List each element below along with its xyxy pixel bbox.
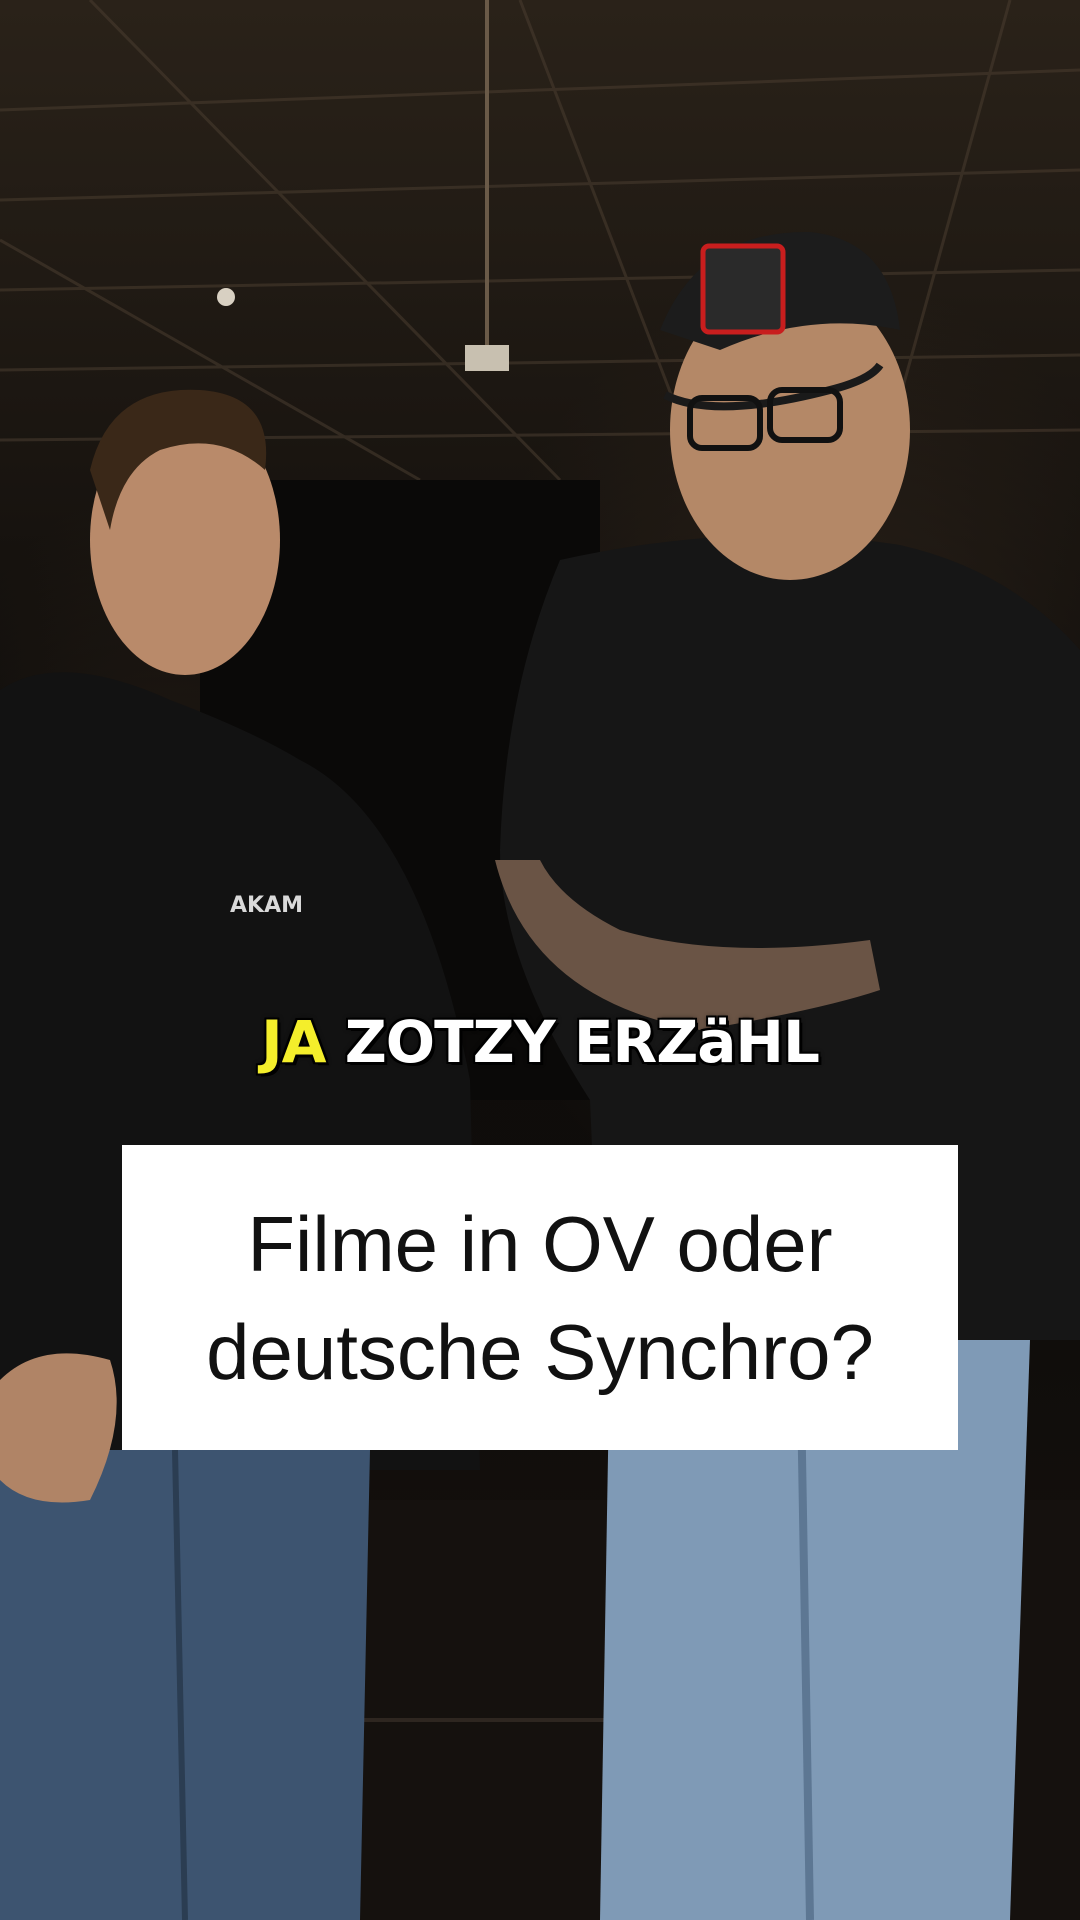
ceiling-lamp xyxy=(465,345,509,371)
video-frame: AKAM JA ZOTZY ERZäHL Filme in OV oder de… xyxy=(0,0,1080,1920)
cap-patch xyxy=(700,243,786,335)
hoodie-logo-text: AKAM xyxy=(230,893,303,918)
question-text: Filme in OV oder deutsche Synchro? xyxy=(206,1199,874,1396)
smoke-detector xyxy=(217,288,235,306)
question-box: Filme in OV oder deutsche Synchro? xyxy=(122,1145,958,1450)
scene-background: AKAM xyxy=(0,0,1080,1920)
caption-rest: ZOTZY ERZäHL xyxy=(344,1008,820,1076)
caption-highlight-word: JA xyxy=(261,1008,326,1076)
subtitle-caption: JA ZOTZY ERZäHL xyxy=(0,1008,1080,1076)
